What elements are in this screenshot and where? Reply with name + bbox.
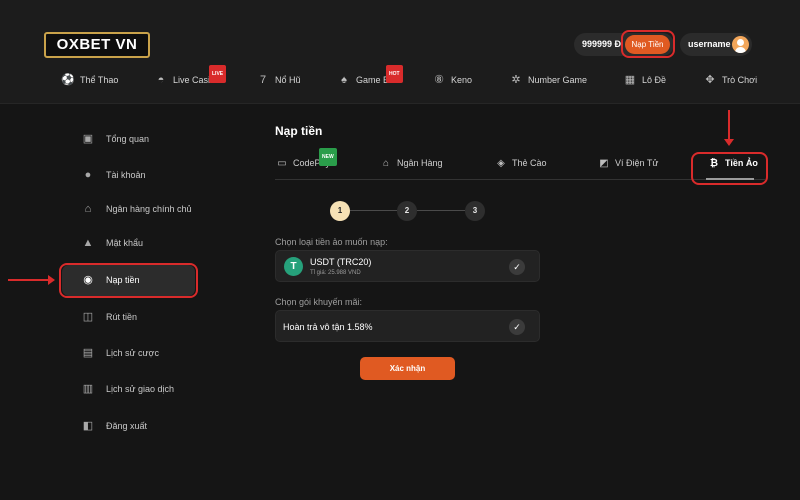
bet-history-icon: ▤ — [82, 347, 94, 359]
card-icon: ◈ — [497, 158, 505, 169]
wallet-icon: ▣ — [82, 133, 94, 145]
nav-item-no-hu[interactable]: 7 Nổ Hũ — [255, 72, 301, 88]
slot-777-icon: 7 — [259, 74, 267, 86]
new-badge: NEW — [319, 148, 337, 166]
withdraw-icon: ◫ — [82, 311, 94, 323]
gamepad-icon: ✥ — [705, 74, 715, 86]
lock-icon: ▲ — [82, 237, 94, 249]
keno-ball-icon: ⑧ — [434, 74, 444, 86]
step-1: 1 — [330, 201, 350, 221]
sidebar-item-lich-su-giao-dich[interactable]: ▥ Lịch sử giao dịch — [80, 380, 174, 398]
crypto-option-usdt[interactable]: T USDT (TRC20) Tỉ giá: 25.988 VND ✓ — [275, 250, 540, 282]
sidebar-item-label: Ngân hàng chính chủ — [106, 204, 192, 214]
bank-icon: ⌂ — [84, 203, 92, 215]
nav-item-number-game[interactable]: ✲ Number Game — [508, 72, 587, 88]
sidebar-item-label: Mật khẩu — [106, 238, 144, 248]
step-connector — [417, 210, 465, 211]
sidebar-item-nap-tien[interactable]: ◉ Nạp tiền — [80, 271, 140, 289]
highlight-box-deposit — [621, 30, 675, 58]
hot-badge: HOT — [386, 65, 403, 83]
sidebar-item-label: Rút tiền — [106, 312, 138, 322]
number-wheel-icon: ✲ — [511, 74, 521, 86]
codepay-icon: ▭ — [277, 158, 287, 169]
sidebar-item-label: Đăng xuất — [106, 421, 148, 431]
nav-item-live-casino[interactable]: ◓ Live Casino LIVE — [153, 65, 227, 88]
live-badge: LIVE — [209, 65, 227, 83]
crypto-rate: Tỉ giá: 25.988 VND — [310, 270, 361, 276]
page-title: Nạp tiền — [275, 124, 323, 138]
nav-item-keno[interactable]: ⑧ Keno — [431, 72, 472, 88]
username-label: username — [688, 39, 731, 49]
tab-label: Ví Điện Tử — [615, 158, 659, 168]
avatar-icon — [732, 36, 749, 53]
user-icon: ● — [84, 169, 92, 181]
tab-the-cao[interactable]: ◈ Thẻ Cào — [494, 155, 547, 171]
e-wallet-icon: ◩ — [599, 158, 609, 169]
sidebar-item-tai-khoan[interactable]: ● Tài khoản — [80, 166, 146, 184]
sidebar-item-label: Nạp tiền — [106, 275, 140, 285]
tab-codepay[interactable]: ▭ CodePay NEW — [275, 148, 337, 171]
usdt-icon: T — [284, 257, 303, 276]
sidebar-item-label: Lịch sử giao dịch — [106, 384, 175, 394]
soccer-ball-icon: ⚽ — [61, 74, 75, 86]
nav-label: Nổ Hũ — [275, 75, 301, 85]
sidebar-item-dang-xuat[interactable]: ◧ Đăng xuất — [80, 417, 147, 435]
sidebar-item-ngan-hang[interactable]: ⌂ Ngân hàng chính chủ — [80, 200, 192, 218]
red-arrow-down — [724, 110, 734, 146]
lottery-icon: ▦ — [624, 74, 636, 86]
red-arrow-right — [8, 275, 55, 285]
sidebar-item-label: Tổng quan — [106, 134, 150, 144]
check-icon: ✓ — [509, 319, 525, 335]
step-3: 3 — [465, 201, 485, 221]
transaction-history-icon: ▥ — [82, 383, 94, 395]
step-2: 2 — [397, 201, 417, 221]
user-menu[interactable]: username — [680, 33, 752, 56]
crypto-name: USDT (TRC20) — [310, 257, 372, 267]
highlight-box-tab — [691, 152, 768, 185]
site-logo[interactable]: OXBET VN — [44, 32, 150, 58]
top-header: OXBET VN 999999 Đ Nạp Tiền username ⚽ Thể… — [0, 0, 800, 104]
deposit-icon: ◉ — [83, 274, 93, 286]
nav-item-the-thao[interactable]: ⚽ Thể Thao — [60, 72, 118, 88]
nav-label: Lô Đề — [642, 75, 667, 85]
nav-item-game-bai[interactable]: ♠ Game Bài HOT — [336, 65, 403, 88]
confirm-button[interactable]: Xác nhận — [360, 357, 455, 380]
tab-vi-dien-tu[interactable]: ◩ Ví Điện Tử — [597, 155, 658, 171]
sidebar-item-mat-khau[interactable]: ▲ Mật khẩu — [80, 234, 143, 252]
promo-option[interactable]: Hoàn trả vô tận 1.58% ✓ — [275, 310, 540, 342]
tab-label: Thẻ Cào — [512, 158, 547, 168]
step-connector — [350, 210, 397, 211]
nav-label: Thể Thao — [80, 75, 119, 85]
nav-item-lo-de[interactable]: ▦ Lô Đề — [622, 72, 666, 88]
nav-label: Number Game — [528, 75, 588, 85]
check-icon: ✓ — [509, 259, 525, 275]
nav-label: Keno — [451, 75, 473, 85]
nav-label: Trò Chơi — [722, 75, 758, 85]
sidebar-item-tong-quan[interactable]: ▣ Tổng quan — [80, 130, 149, 148]
logout-icon: ◧ — [82, 420, 94, 432]
crypto-label: Chọn loại tiền ảo muốn nạp: — [275, 237, 388, 247]
bank-icon: ⌂ — [382, 158, 390, 169]
sidebar-item-label: Lịch sử cược — [106, 348, 159, 358]
tab-ngan-hang[interactable]: ⌂ Ngân Hàng — [379, 155, 443, 171]
spade-icon: ♠ — [341, 74, 347, 86]
promo-label: Chọn gói khuyến mãi: — [275, 297, 363, 307]
sidebar-item-rut-tien[interactable]: ◫ Rút tiền — [80, 308, 137, 326]
tab-label: Ngân Hàng — [397, 158, 443, 168]
nav-item-tro-choi[interactable]: ✥ Trò Chơi — [702, 72, 757, 88]
balance-amount: 999999 Đ — [582, 39, 622, 49]
mask-icon: ◓ — [157, 74, 165, 86]
sidebar-item-label: Tài khoản — [106, 170, 146, 180]
promo-name: Hoàn trả vô tận 1.58% — [283, 322, 373, 332]
sidebar-item-lich-su-cuoc[interactable]: ▤ Lịch sử cược — [80, 344, 159, 362]
